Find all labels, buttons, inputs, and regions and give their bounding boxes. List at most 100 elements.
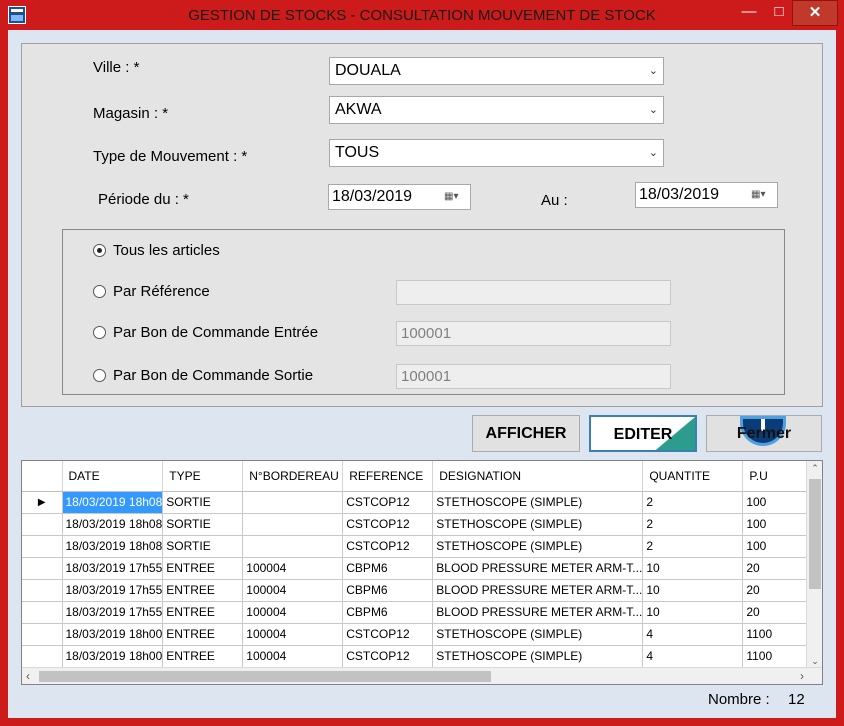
cell-bordereau[interactable]: 100004 (242, 557, 344, 580)
row-header[interactable] (22, 579, 63, 602)
cell-quantite[interactable]: 4 (642, 623, 744, 646)
table-row[interactable]: ▶ 18/03/2019 18h08 SORTIE CSTCOP12 STETH… (22, 491, 819, 514)
maximize-button[interactable]: □ (766, 0, 792, 26)
cell-type[interactable]: ENTREE (162, 557, 244, 580)
cell-reference[interactable]: CSTCOP12 (342, 513, 434, 536)
cell-date[interactable]: 18/03/2019 18h08 (62, 513, 164, 536)
cell-quantite[interactable]: 10 (642, 601, 744, 624)
row-header[interactable] (22, 557, 63, 580)
cell-designation[interactable]: STETHOSCOPE (SIMPLE) (432, 535, 644, 558)
cell-designation[interactable]: STETHOSCOPE (SIMPLE) (432, 513, 644, 536)
cell-reference[interactable]: CSTCOP12 (342, 535, 434, 558)
cell-bordereau[interactable]: 100004 (242, 601, 344, 624)
table-row[interactable]: 18/03/2019 18h08 SORTIE CSTCOP12 STETHOS… (22, 513, 819, 536)
magasin-select[interactable]: AKWA ⌄ (329, 96, 664, 124)
cell-designation[interactable]: STETHOSCOPE (SIMPLE) (432, 623, 644, 646)
cell-reference[interactable]: CBPM6 (342, 579, 434, 602)
cell-bordereau[interactable] (242, 535, 344, 558)
cell-quantite[interactable]: 2 (642, 513, 744, 536)
horizontal-scrollbar[interactable]: ‹ › (22, 667, 822, 684)
cell-date[interactable]: 18/03/2019 17h55 (62, 557, 164, 580)
cell-date[interactable]: 18/03/2019 18h00 (62, 623, 164, 646)
scroll-up-icon[interactable]: ⌃ (807, 463, 822, 474)
type-mouvement-select[interactable]: TOUS ⌄ (329, 139, 664, 167)
row-header[interactable] (22, 645, 63, 668)
calendar-icon[interactable]: ▦▾ (751, 189, 771, 201)
table-row[interactable]: 18/03/2019 18h08 SORTIE CSTCOP12 STETHOS… (22, 535, 819, 558)
scroll-down-icon[interactable]: ⌄ (807, 656, 822, 667)
cell-designation[interactable]: BLOOD PRESSURE METER ARM-T... (432, 601, 644, 624)
row-header[interactable] (22, 623, 63, 646)
chevron-down-icon: ⌄ (648, 104, 658, 116)
table-row[interactable]: 18/03/2019 17h55 ENTREE 100004 CBPM6 BLO… (22, 557, 819, 580)
row-header[interactable] (22, 513, 63, 536)
cell-type[interactable]: ENTREE (162, 623, 244, 646)
cell-bordereau[interactable]: 100004 (242, 623, 344, 646)
scroll-right-icon[interactable]: › (800, 668, 804, 684)
afficher-button[interactable]: AFFICHER (472, 415, 580, 452)
calendar-icon[interactable]: ▦▾ (444, 191, 464, 203)
table-row[interactable]: 18/03/2019 17h55 ENTREE 100004 CBPM6 BLO… (22, 601, 819, 624)
cell-quantite[interactable]: 2 (642, 491, 744, 514)
cell-reference[interactable]: CBPM6 (342, 557, 434, 580)
close-button[interactable]: ✕ (792, 0, 838, 26)
cell-quantite[interactable]: 4 (642, 645, 744, 668)
radio-bc-entree[interactable] (93, 326, 106, 339)
cell-date[interactable]: 18/03/2019 17h55 (62, 579, 164, 602)
cell-date[interactable]: 18/03/2019 18h00 (62, 645, 164, 668)
cell-reference[interactable]: CBPM6 (342, 601, 434, 624)
scroll-left-icon[interactable]: ‹ (26, 668, 30, 684)
cell-type[interactable]: ENTREE (162, 645, 244, 668)
cell-designation[interactable]: STETHOSCOPE (SIMPLE) (432, 491, 644, 514)
date-to-picker[interactable]: 18/03/2019 ▦▾ (635, 182, 778, 208)
cell-bordereau[interactable]: 100004 (242, 645, 344, 668)
bc-sortie-input[interactable]: 100001 (396, 364, 671, 389)
editer-button[interactable]: EDITER (589, 415, 697, 452)
cell-type[interactable]: ENTREE (162, 579, 244, 602)
fermer-button[interactable]: Fermer (706, 415, 822, 452)
cell-bordereau[interactable]: 100004 (242, 579, 344, 602)
table-row[interactable]: 18/03/2019 18h00 ENTREE 100004 CSTCOP12 … (22, 623, 819, 646)
cell-designation[interactable]: BLOOD PRESSURE METER ARM-T... (432, 557, 644, 580)
radio-par-reference[interactable] (93, 285, 106, 298)
cell-reference[interactable]: CSTCOP12 (342, 645, 434, 668)
cell-designation[interactable]: STETHOSCOPE (SIMPLE) (432, 645, 644, 668)
column-header-date[interactable]: DATE (62, 461, 164, 492)
ville-select[interactable]: DOUALA ⌄ (329, 57, 664, 85)
reference-input[interactable] (396, 280, 671, 305)
cell-reference[interactable]: CSTCOP12 (342, 491, 434, 514)
cell-quantite[interactable]: 10 (642, 579, 744, 602)
cell-date[interactable]: 18/03/2019 17h55 (62, 601, 164, 624)
row-header[interactable] (22, 601, 63, 624)
cell-quantite[interactable]: 2 (642, 535, 744, 558)
table-row[interactable]: 18/03/2019 18h00 ENTREE 100004 CSTCOP12 … (22, 645, 819, 668)
cell-reference[interactable]: CSTCOP12 (342, 623, 434, 646)
cell-type[interactable]: SORTIE (162, 513, 244, 536)
horizontal-scroll-thumb[interactable] (39, 671, 491, 682)
cell-bordereau[interactable] (242, 491, 344, 514)
bc-entree-input[interactable]: 100001 (396, 321, 671, 346)
cell-type[interactable]: SORTIE (162, 491, 244, 514)
cell-type[interactable]: SORTIE (162, 535, 244, 558)
date-from-picker[interactable]: 18/03/2019 ▦▾ (328, 184, 471, 210)
row-header[interactable] (22, 535, 63, 558)
count-value: 12 (788, 691, 805, 708)
column-header-reference[interactable]: REFERENCE (342, 461, 434, 492)
table-row[interactable]: 18/03/2019 17h55 ENTREE 100004 CBPM6 BLO… (22, 579, 819, 602)
radio-tous-articles[interactable] (93, 244, 106, 257)
column-header-bordereau[interactable]: N°BORDEREAU (242, 461, 344, 492)
vertical-scrollbar[interactable]: ⌃ ⌄ (806, 461, 822, 669)
column-header-quantite[interactable]: QUANTITE (642, 461, 744, 492)
movements-table[interactable]: DATE TYPE N°BORDEREAU REFERENCE DESIGNAT… (21, 460, 823, 685)
cell-designation[interactable]: BLOOD PRESSURE METER ARM-T... (432, 579, 644, 602)
column-header-type[interactable]: TYPE (162, 461, 244, 492)
cell-date[interactable]: 18/03/2019 18h08 (62, 535, 164, 558)
cell-type[interactable]: ENTREE (162, 601, 244, 624)
minimize-button[interactable]: — (732, 0, 766, 26)
cell-bordereau[interactable] (242, 513, 344, 536)
vertical-scroll-thumb[interactable] (809, 479, 821, 589)
cell-quantite[interactable]: 10 (642, 557, 744, 580)
radio-bc-sortie[interactable] (93, 369, 106, 382)
column-header-designation[interactable]: DESIGNATION (432, 461, 644, 492)
cell-date[interactable]: 18/03/2019 18h08 (62, 491, 164, 514)
